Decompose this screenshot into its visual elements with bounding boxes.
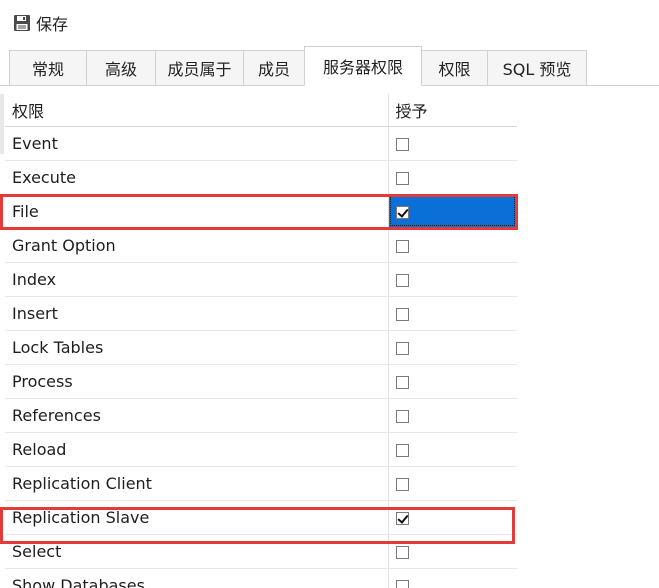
table-row[interactable]: Execute [5,160,517,195]
grant-checkbox[interactable] [395,375,409,389]
table-row[interactable]: Show Databases [5,568,517,588]
grant-checkbox[interactable] [395,137,409,151]
grant-cell[interactable] [388,160,517,195]
privilege-name: Select [5,534,389,569]
privilege-name: Show Databases [5,568,389,588]
table-row[interactable]: Lock Tables [5,330,517,365]
grant-checkbox[interactable] [395,579,409,588]
grant-cell[interactable] [388,330,517,365]
privileges-editor: 保存 常规 高级 成员属于 成员 服务器权限 权限 SQL 预览 权限 授予 Event Ex… [0,0,659,588]
tab-1[interactable]: 高级 [86,50,156,86]
grant-cell[interactable] [388,194,517,229]
privilege-name: Execute [5,160,389,195]
grant-cell[interactable] [388,296,517,331]
table-row[interactable]: Replication Slave [5,500,517,535]
column-header-privilege[interactable]: 权限 [5,94,389,127]
grant-cell[interactable] [388,262,517,297]
table-row[interactable]: Process [5,364,517,399]
grant-cell[interactable] [388,228,517,263]
grant-checkbox-checked[interactable] [395,511,409,525]
privilege-name: Replication Client [5,466,389,501]
table-row[interactable]: Replication Client [5,466,517,501]
privilege-name: Event [5,126,389,161]
grant-checkbox[interactable] [395,545,409,559]
grant-cell[interactable] [388,534,517,569]
grant-cell[interactable] [388,500,517,535]
tab-2[interactable]: 成员属于 [155,50,244,86]
grant-cell[interactable] [388,398,517,433]
privilege-name: Index [5,262,389,297]
tab-4[interactable]: 服务器权限 [304,46,422,86]
grant-checkbox[interactable] [395,307,409,321]
toolbar: 保存 [0,0,659,44]
tab-3[interactable]: 成员 [243,50,305,86]
tab-6[interactable]: SQL 预览 [487,50,587,86]
grant-cell[interactable] [388,126,517,161]
privilege-name: Lock Tables [5,330,389,365]
grant-checkbox-checked[interactable] [395,205,409,219]
grid-header-row: 权限 授予 [5,94,517,127]
save-button-label: 保存 [36,15,69,34]
grant-cell[interactable] [388,568,517,588]
save-button[interactable]: 保存 [8,10,72,36]
grant-cell[interactable] [388,432,517,467]
column-header-grant[interactable]: 授予 [388,94,517,127]
grant-checkbox[interactable] [395,341,409,355]
table-row[interactable]: Event [5,126,517,161]
privilege-name: Replication Slave [5,500,389,535]
grant-checkbox[interactable] [395,171,409,185]
table-row[interactable]: Reload [5,432,517,467]
privilege-name: References [5,398,389,433]
privilege-name: Reload [5,432,389,467]
tab-strip: 常规 高级 成员属于 成员 服务器权限 权限 SQL 预览 [9,46,587,86]
tab-5[interactable]: 权限 [421,50,488,86]
grant-checkbox[interactable] [395,239,409,253]
grant-checkbox[interactable] [395,477,409,491]
grant-cell[interactable] [388,364,517,399]
table-row[interactable]: File [5,194,517,229]
table-row[interactable]: References [5,398,517,433]
table-row[interactable]: Insert [5,296,517,331]
privilege-name: File [5,194,389,229]
table-row[interactable]: Select [5,534,517,569]
table-row[interactable]: Grant Option [5,228,517,263]
grant-checkbox[interactable] [395,409,409,423]
grant-cell[interactable] [388,466,517,501]
tab-0[interactable]: 常规 [9,50,87,86]
grant-checkbox[interactable] [395,273,409,287]
privilege-name: Process [5,364,389,399]
privilege-name: Insert [5,296,389,331]
table-row[interactable]: Index [5,262,517,297]
privileges-grid: 权限 授予 Event Execute File Grant Option Index I… [5,94,517,588]
save-disk-icon [12,13,32,33]
grant-checkbox[interactable] [395,443,409,457]
privilege-name: Grant Option [5,228,389,263]
left-scroll-edge [0,94,4,154]
